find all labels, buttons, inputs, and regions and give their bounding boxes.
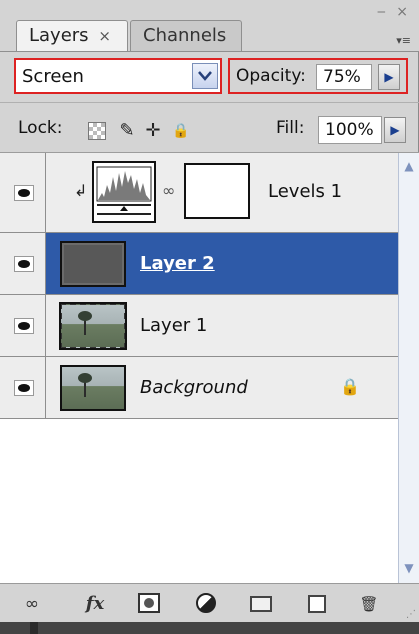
opacity-input[interactable]: 75% <box>316 64 372 90</box>
link-layers-icon[interactable]: ∞ <box>20 593 44 615</box>
lock-icon: 🔒 <box>340 377 360 396</box>
layer-name[interactable]: Layer 2 <box>140 253 215 274</box>
canvas-edge-notch <box>30 622 38 634</box>
lock-all-icon[interactable]: 🔒 <box>170 120 192 142</box>
visibility-toggle[interactable] <box>0 153 46 232</box>
new-layer-icon[interactable] <box>308 595 326 613</box>
layer-name[interactable]: Background <box>140 377 248 398</box>
fill-label: Fill: <box>276 118 305 138</box>
new-adjustment-layer-icon[interactable] <box>196 593 216 613</box>
layer-row-levels-1[interactable]: ↲ ∞ Levels 1 <box>0 153 398 233</box>
close-panel-button[interactable]: × <box>396 4 411 20</box>
layer-thumbnail <box>60 365 126 411</box>
layer-style-fx-icon[interactable]: fx <box>80 593 110 615</box>
canvas-edge <box>0 622 419 634</box>
layer-name[interactable]: Levels 1 <box>268 181 342 202</box>
scroll-down-button[interactable]: ▼ <box>400 559 418 577</box>
blend-mode-value: Screen <box>22 66 84 87</box>
lock-label: Lock: <box>18 118 63 138</box>
layer-row-layer-1[interactable]: Layer 1 <box>0 295 398 357</box>
lock-position-move-icon[interactable]: ✛ <box>142 120 164 142</box>
tab-bar: ‒ × Layers × Channels ▾≡ <box>0 0 419 52</box>
clipping-arrow-icon: ↲ <box>74 181 88 200</box>
layers-list: ↲ ∞ Levels 1 Layer 2 Layer 1 Background … <box>0 153 398 583</box>
add-layer-mask-icon[interactable] <box>138 593 160 613</box>
link-chain-icon[interactable]: ∞ <box>162 181 175 200</box>
resize-grip-icon[interactable]: ⋰ <box>406 609 416 620</box>
tab-layers[interactable]: Layers × <box>16 20 128 52</box>
eye-icon <box>14 317 34 334</box>
layer-thumbnail <box>60 241 126 287</box>
visibility-toggle[interactable] <box>0 357 46 418</box>
levels-adjustment-thumbnail[interactable] <box>92 161 156 223</box>
layer-mask-thumbnail[interactable] <box>184 163 250 219</box>
lock-transparency-icon[interactable] <box>88 122 106 140</box>
layers-scrollbar[interactable]: ▲ ▼ <box>398 153 419 583</box>
layer-row-layer-2[interactable]: Layer 2 <box>0 233 398 295</box>
fill-slider-button[interactable]: ▶ <box>384 117 406 143</box>
layer-thumbnail <box>59 302 127 350</box>
new-group-folder-icon[interactable] <box>250 596 272 612</box>
panel-menu-icon[interactable]: ▾≡ <box>396 34 411 47</box>
eye-icon <box>14 184 34 201</box>
blend-opacity-row: Screen Opacity: 75% ▶ <box>0 52 419 102</box>
tab-channels[interactable]: Channels <box>130 20 242 52</box>
lock-fill-row: Lock: ✎ ✛ 🔒 Fill: 100% ▶ <box>0 108 419 150</box>
layers-bottom-toolbar: ∞ fx 🗑 ⋰ <box>0 583 419 622</box>
tab-layers-label: Layers <box>29 25 89 46</box>
visibility-toggle[interactable] <box>0 295 46 356</box>
opacity-control: Opacity: 75% ▶ <box>228 58 408 94</box>
blend-mode-select[interactable]: Screen <box>14 58 222 94</box>
divider <box>0 102 419 103</box>
fill-input[interactable]: 100% <box>318 116 382 144</box>
opacity-label: Opacity: <box>236 66 306 86</box>
tree-icon <box>78 373 92 397</box>
opacity-slider-button[interactable]: ▶ <box>378 64 400 90</box>
tab-channels-label: Channels <box>143 25 227 46</box>
lock-image-brush-icon[interactable]: ✎ <box>116 120 138 142</box>
histogram-icon <box>96 166 152 215</box>
trash-icon[interactable]: 🗑 <box>358 593 380 615</box>
scroll-up-button[interactable]: ▲ <box>400 157 418 175</box>
window-controls: ‒ × <box>377 4 411 20</box>
layer-name[interactable]: Layer 1 <box>140 315 207 336</box>
close-icon[interactable]: × <box>98 27 111 45</box>
layers-panel: ‒ × Layers × Channels ▾≡ Screen Opacity:… <box>0 0 419 622</box>
minimize-button[interactable]: ‒ <box>377 4 389 20</box>
visibility-toggle[interactable] <box>0 233 46 294</box>
tree-icon <box>78 311 92 335</box>
chevron-down-icon[interactable] <box>192 63 218 89</box>
eye-icon <box>14 255 34 272</box>
layer-row-background[interactable]: Background 🔒 <box>0 357 398 419</box>
eye-icon <box>14 379 34 396</box>
